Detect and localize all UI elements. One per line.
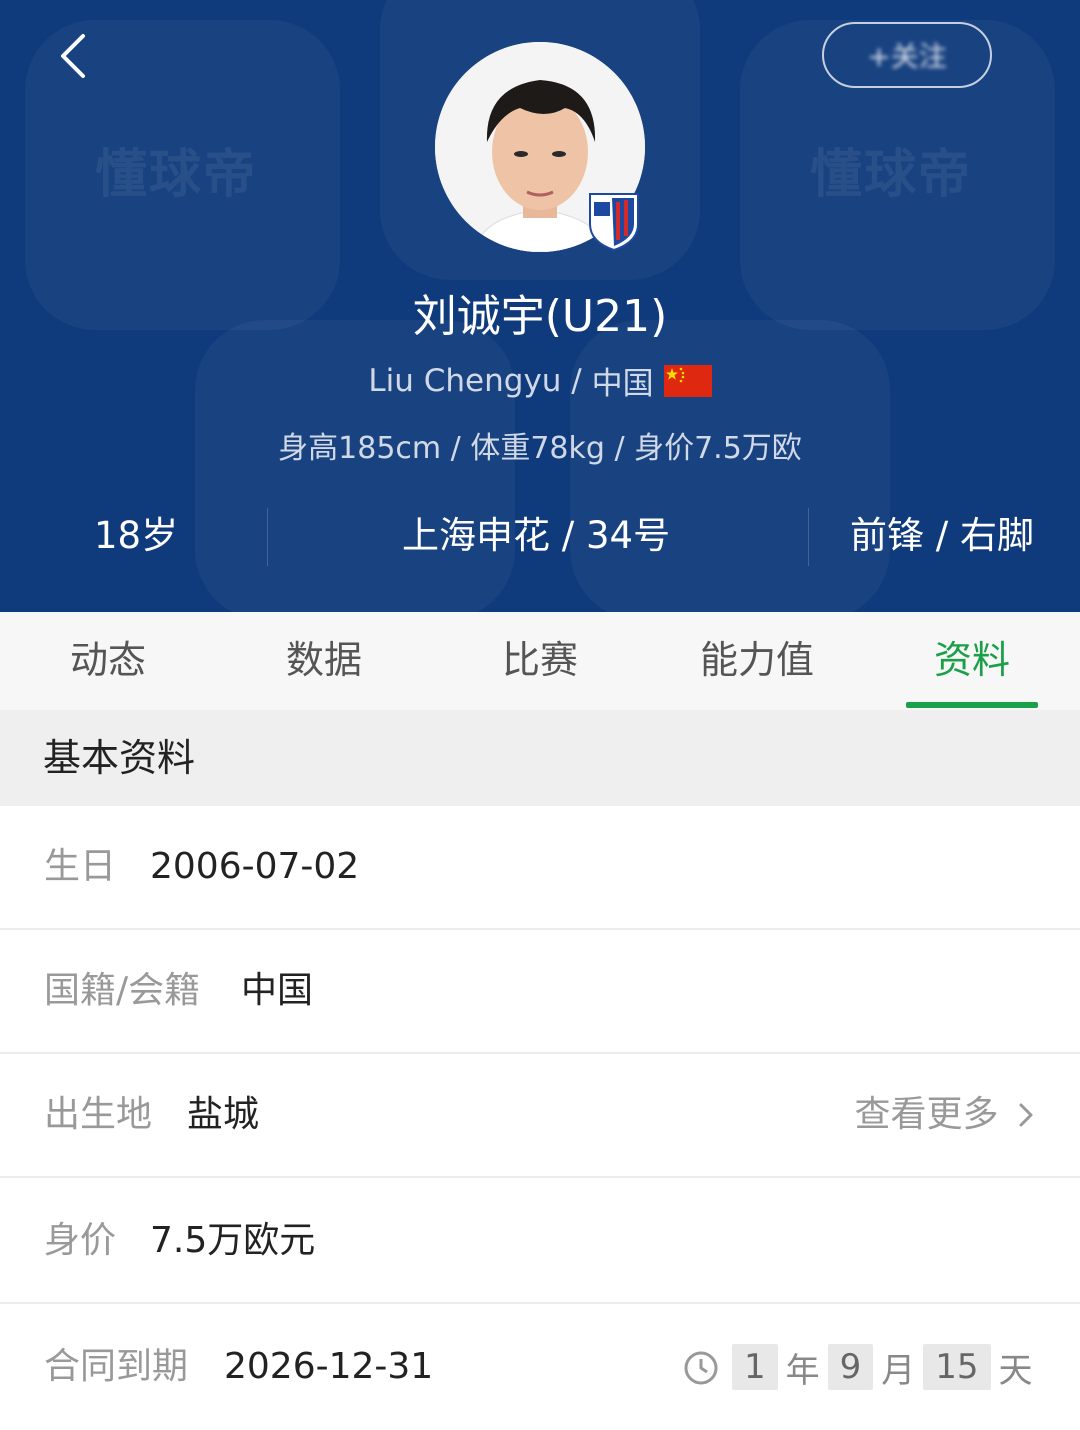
info-row-birthday: 生日 2006-07-02	[0, 806, 1080, 930]
watermark: 懂球帝	[810, 145, 973, 205]
active-tab-indicator	[906, 702, 1038, 708]
follow-label: +关注	[867, 40, 947, 73]
club-badge-icon	[584, 190, 644, 252]
section-title: 基本资料	[43, 736, 196, 780]
section-header: 基本资料	[0, 710, 1080, 806]
player-name: 刘诚宇(U21)	[412, 291, 668, 342]
position-foot-stat: 前锋 / 右脚	[850, 514, 1034, 557]
china-flag-icon	[663, 364, 712, 397]
divider	[808, 508, 809, 566]
player-header: 懂球帝 懂球帝 +关注 刘诚宇(U21) Liu Chengyu / 中国 身高…	[0, 0, 1080, 612]
chevron-right-icon	[1019, 1103, 1033, 1127]
tab-dynamics[interactable]: 动态	[38, 612, 178, 710]
contract-countdown: 1 年 9 月 15 天	[682, 1344, 1033, 1391]
divider	[267, 508, 268, 566]
info-row-birthplace[interactable]: 出生地 盐城 查看更多	[0, 1054, 1080, 1178]
tab-matches[interactable]: 比赛	[470, 612, 610, 710]
player-subtitle: Liu Chengyu / 中国	[0, 358, 1080, 403]
info-row-nationality: 国籍/会籍 中国	[0, 930, 1080, 1054]
info-row-market-value: 身价 7.5万欧元	[0, 1180, 1080, 1304]
age-stat: 18岁	[94, 514, 179, 557]
view-more-link[interactable]: 查看更多	[855, 1054, 1036, 1176]
countdown-months: 9	[827, 1344, 874, 1390]
row-value: 2006-07-02	[150, 846, 360, 887]
clock-icon	[684, 1351, 718, 1385]
watermark: 懂球帝	[95, 145, 258, 205]
countdown-days: 15	[923, 1344, 991, 1390]
tab-bar: 动态 数据 比赛 能力值 资料	[0, 612, 1080, 710]
tab-data[interactable]: 数据	[254, 612, 394, 710]
countdown-month-unit: 月	[881, 1350, 916, 1391]
countdown-year-unit: 年	[785, 1350, 820, 1391]
english-name: Liu Chengyu	[368, 362, 562, 399]
back-button[interactable]	[55, 28, 95, 84]
countdown-day-unit: 天	[998, 1350, 1033, 1391]
row-value: 2026-12-31	[224, 1346, 434, 1387]
separator: /	[561, 362, 592, 399]
player-stats: 18岁 上海申花 / 34号 前锋 / 右脚	[0, 500, 1080, 572]
view-more-label: 查看更多	[854, 1094, 999, 1135]
row-label: 国籍/会籍	[44, 970, 201, 1011]
row-label: 出生地	[44, 1094, 153, 1135]
row-value: 7.5万欧元	[150, 1220, 316, 1261]
row-label: 合同到期	[44, 1346, 189, 1387]
chevron-left-icon	[61, 34, 85, 78]
tab-profile[interactable]: 资料	[902, 612, 1042, 710]
info-row-contract: 合同到期 2026-12-31 1 年 9 月 15 天	[0, 1306, 1080, 1430]
row-label: 生日	[44, 846, 117, 887]
countdown-years: 1	[732, 1344, 778, 1390]
follow-button[interactable]: +关注	[822, 22, 992, 88]
row-label: 身价	[44, 1220, 117, 1261]
country-name: 中国	[591, 366, 654, 402]
player-info-line: 身高185cm / 体重78kg / 身价7.5万欧	[278, 431, 802, 466]
row-value: 中国	[241, 970, 314, 1011]
tab-ability[interactable]: 能力值	[677, 612, 837, 710]
row-value: 盐城	[187, 1094, 260, 1135]
club-number-stat: 上海申花 / 34号	[402, 514, 671, 557]
